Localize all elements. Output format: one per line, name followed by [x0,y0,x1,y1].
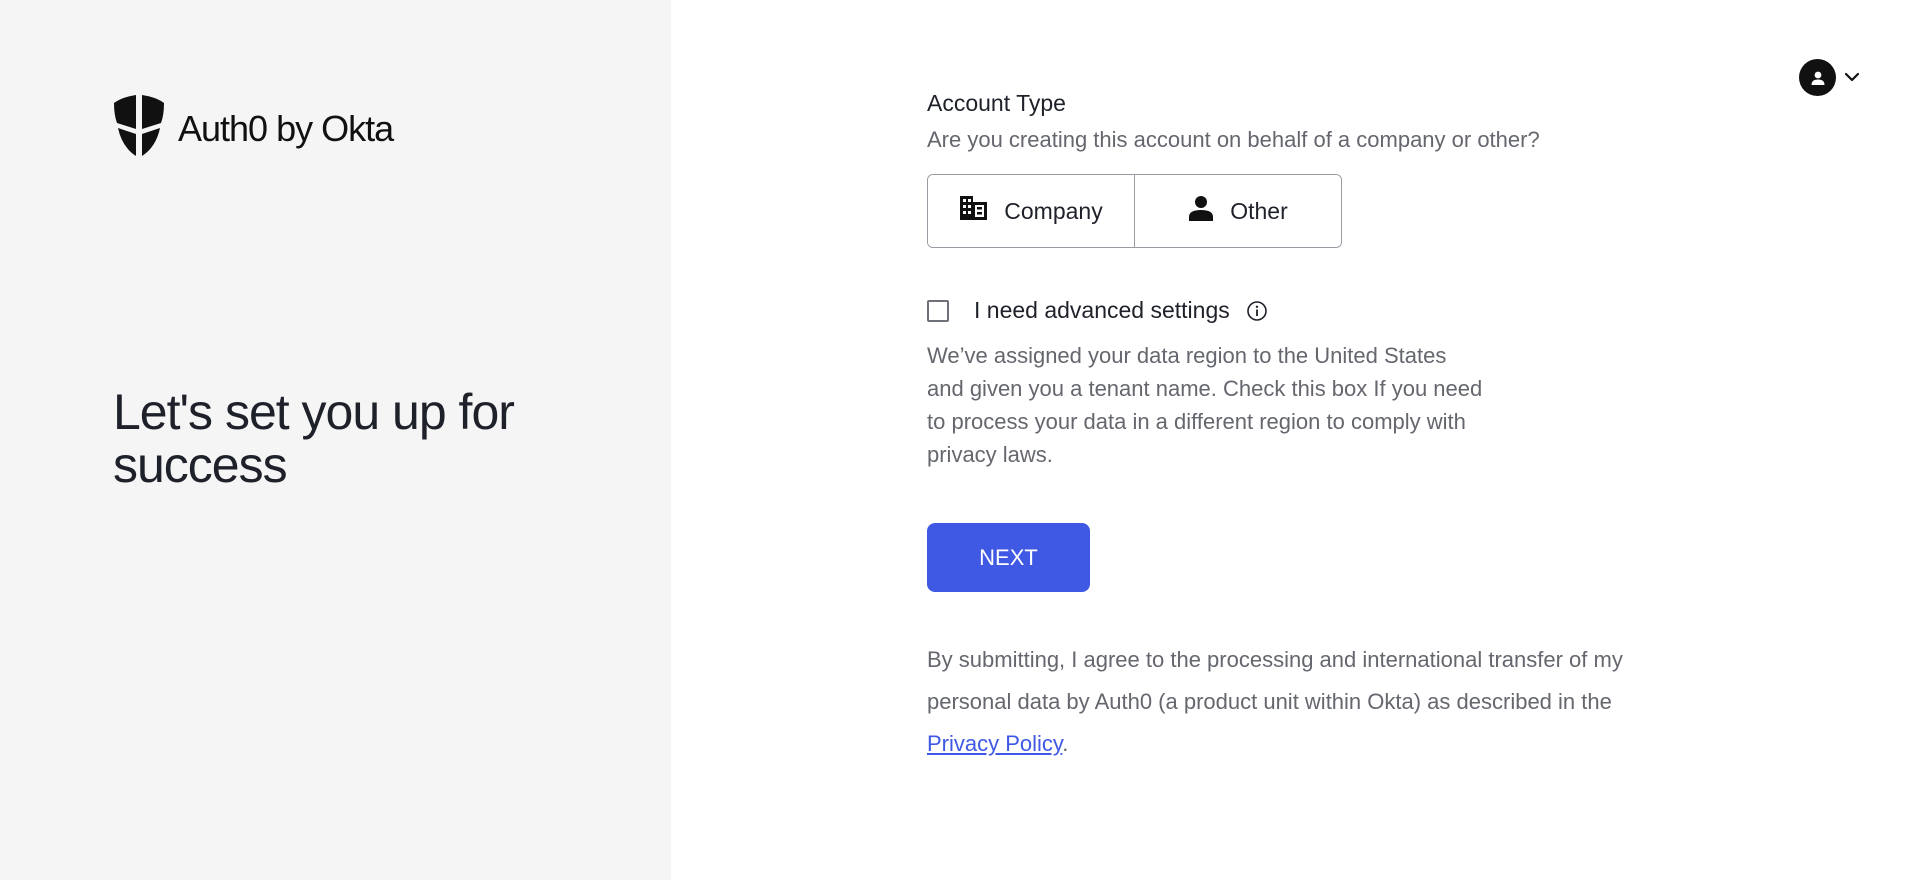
privacy-policy-link[interactable]: Privacy Policy [927,731,1062,756]
page-headline: Let's set you up for success [113,384,515,493]
account-type-toggle: Company Other [927,174,1342,248]
account-type-subtitle: Are you creating this account on behalf … [927,127,1540,152]
advanced-settings-checkbox[interactable] [927,299,949,322]
user-avatar-icon[interactable] [1799,59,1836,96]
account-type-company-option[interactable]: Company [928,175,1134,247]
advanced-settings-help-text: We’ve assigned your data region to the U… [927,343,1483,467]
account-type-title: Account Type [927,90,1066,116]
brand-logo-text: Auth0 by Okta [178,107,394,149]
legal-consent-text: By submitting, I agree to the processing… [927,639,1687,765]
account-setup-form: Account Type Are you creating this accou… [927,90,1707,765]
account-type-option-label: Company [1004,197,1103,224]
building-icon [959,195,988,227]
legal-consent-body: By submitting, I agree to the processing… [927,647,1623,714]
advanced-settings-label[interactable]: I need advanced settings [974,297,1230,324]
person-icon [1188,195,1214,227]
user-menu[interactable] [1799,59,1860,96]
brand-logo[interactable]: Auth0 by Okta [114,95,394,162]
left-panel: Auth0 by Okta Let's set you up for succe… [0,0,671,880]
auth0-shield-icon [114,95,164,162]
account-type-other-option[interactable]: Other [1134,175,1341,247]
chevron-down-icon[interactable] [1844,69,1860,87]
next-button[interactable]: NEXT [927,523,1090,592]
advanced-settings-row: I need advanced settings [927,297,1707,324]
account-type-option-label: Other [1230,197,1288,224]
legal-consent-suffix: . [1062,731,1069,756]
info-icon[interactable] [1246,300,1268,322]
